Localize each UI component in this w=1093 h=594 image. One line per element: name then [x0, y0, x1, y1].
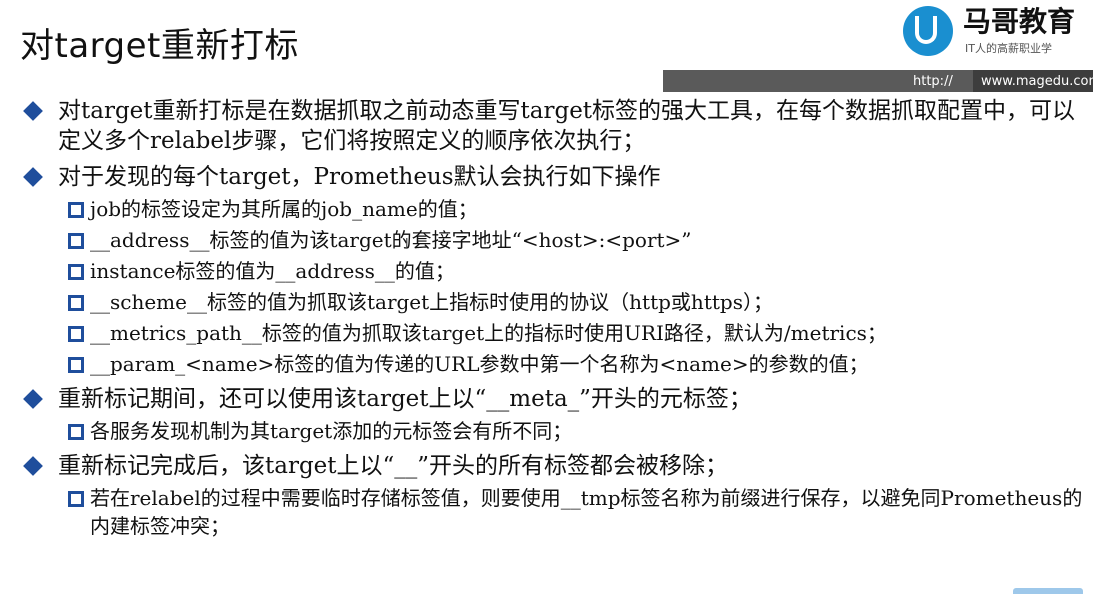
sub-bullet-item: __scheme__标签的值为抓取该target上指标时使用的协议（http或h… — [24, 288, 1084, 316]
sub-bullet-item: __metrics_path__标签的值为抓取该target上的指标时使用URI… — [24, 319, 1084, 347]
bullet-text: 对于发现的每个target，Prometheus默认会执行如下操作 — [58, 164, 661, 190]
url-banner: http:// www.magedu.com — [663, 70, 1093, 92]
sub-bullet-item: __param_<name>标签的值为传递的URL参数中第一个名称为<name>… — [24, 350, 1084, 378]
logo-tagline: IT人的高薪职业学 — [965, 42, 1052, 55]
diamond-bullet-icon — [23, 167, 43, 187]
sub-bullet-item: 若在relabel的过程中需要临时存储标签值，则要使用__tmp标签名称为前缀进… — [24, 484, 1084, 540]
sub-bullet-item: __address__标签的值为该target的套接字地址“<host>:<po… — [24, 226, 1084, 254]
url-domain: www.magedu.com — [973, 70, 1093, 92]
sub-bullet-text: instance标签的值为__address__的值； — [90, 259, 455, 283]
url-prefix: http:// — [913, 73, 953, 89]
sub-bullet-item: 各服务发现机制为其target添加的元标签会有所不同； — [24, 417, 1084, 445]
sub-bullet-item: job的标签设定为其所属的job_name的值； — [24, 195, 1084, 223]
diamond-bullet-icon — [23, 101, 43, 121]
bullet-list: 对target重新打标是在数据抓取之前动态重写target标签的强大工具，在每个… — [23, 96, 1084, 540]
sub-bullet-text: __param_<name>标签的值为传递的URL参数中第一个名称为<name>… — [90, 352, 869, 376]
square-bullet-icon — [68, 202, 84, 218]
slide: 对target重新打标 马哥教育 IT人的高薪职业学 http:// www.m… — [0, 0, 1093, 594]
square-bullet-icon — [68, 264, 84, 280]
square-bullet-icon — [68, 357, 84, 373]
square-bullet-icon — [68, 295, 84, 311]
bullet-item: 重新标记完成后，该target上以“__”开头的所有标签都会被移除； — [23, 451, 1084, 481]
sub-bullet-text: job的标签设定为其所属的job_name的值； — [90, 197, 478, 221]
taskbar-fragment — [1013, 588, 1083, 594]
bullet-item: 对target重新打标是在数据抓取之前动态重写target标签的强大工具，在每个… — [23, 96, 1084, 156]
square-bullet-icon — [68, 233, 84, 249]
bullet-text: 重新标记期间，还可以使用该target上以“__meta_”开头的元标签； — [58, 386, 752, 412]
sub-bullet-text: __address__标签的值为该target的套接字地址“<host>:<po… — [90, 228, 692, 252]
bullet-item: 重新标记期间，还可以使用该target上以“__meta_”开头的元标签； — [23, 384, 1084, 414]
logo-text: 马哥教育 — [963, 5, 1076, 38]
square-bullet-icon — [68, 326, 84, 342]
text-cursor-icon: I — [405, 236, 409, 250]
square-bullet-icon — [68, 424, 84, 440]
bullet-text: 重新标记完成后，该target上以“__”开头的所有标签都会被移除； — [58, 453, 729, 479]
brand-logo: 马哥教育 IT人的高薪职业学 — [903, 0, 1093, 70]
sub-bullet-text: 各服务发现机制为其target添加的元标签会有所不同； — [90, 419, 573, 443]
square-bullet-icon — [68, 491, 84, 507]
diamond-bullet-icon — [23, 456, 43, 476]
logo-mark-icon — [903, 6, 953, 56]
diamond-bullet-icon — [23, 389, 43, 409]
sub-bullet-item: instance标签的值为__address__的值； — [24, 257, 1084, 285]
bullet-item: 对于发现的每个target，Prometheus默认会执行如下操作 — [23, 162, 1084, 192]
sub-bullet-text: __scheme__标签的值为抓取该target上指标时使用的协议（http或h… — [90, 290, 773, 314]
bullet-text: 对target重新打标是在数据抓取之前动态重写target标签的强大工具，在每个… — [58, 98, 1076, 154]
sub-bullet-text: __metrics_path__标签的值为抓取该target上的指标时使用URI… — [90, 321, 887, 345]
sub-bullet-text: 若在relabel的过程中需要临时存储标签值，则要使用__tmp标签名称为前缀进… — [90, 486, 1083, 538]
slide-title: 对target重新打标 — [20, 26, 299, 66]
